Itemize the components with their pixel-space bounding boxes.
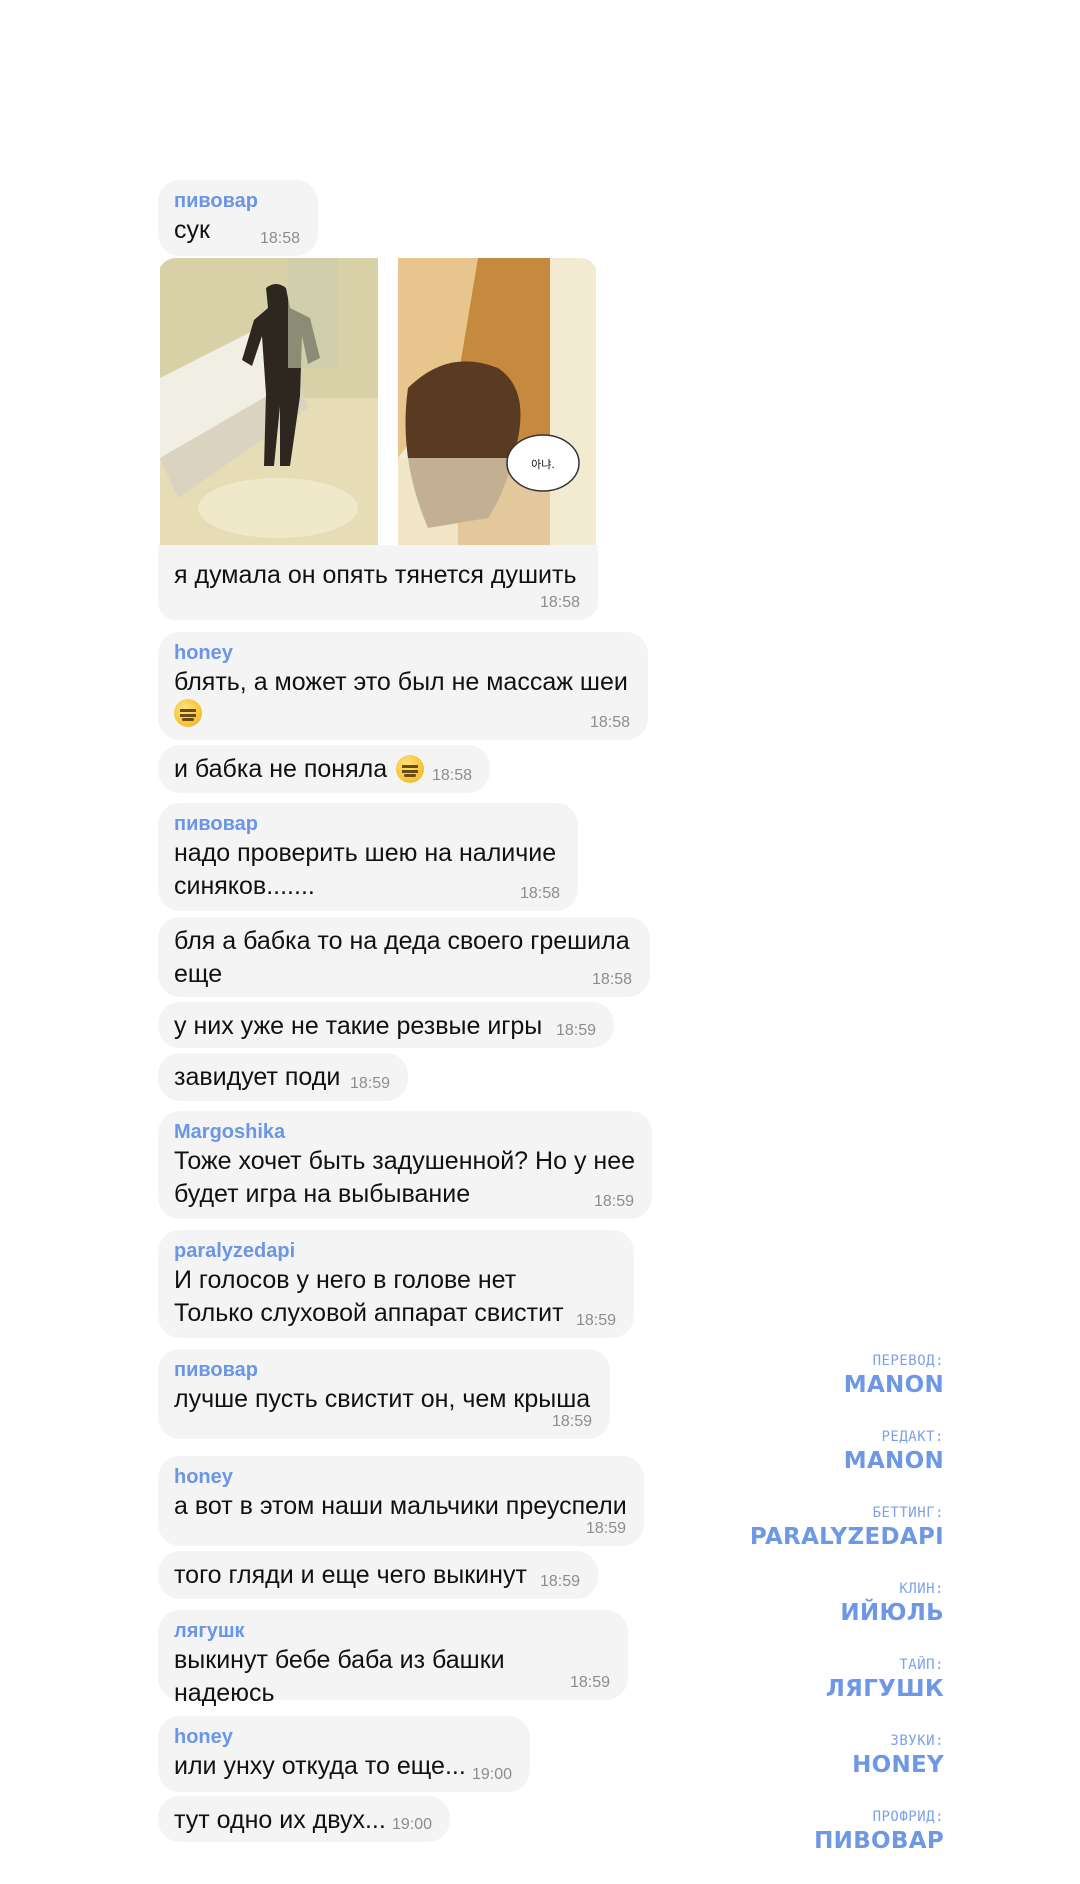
sender-name[interactable]: honey (174, 1464, 628, 1490)
message-bubble[interactable]: honey а вот в этом наши мальчики преуспе… (158, 1456, 644, 1546)
message-bubble[interactable]: honey или унху откуда то еще... 19:00 (158, 1716, 530, 1792)
credit-name: ЛЯГУШК (825, 1676, 944, 1702)
message-bubble[interactable]: paralyzedapi И голосов у него в голове н… (158, 1230, 634, 1338)
timestamp: 18:58 (589, 714, 630, 731)
sender-name[interactable]: honey (174, 1724, 514, 1750)
message-bubble[interactable]: Margoshika Тоже хочет быть задушенной? Н… (158, 1111, 652, 1219)
credit-role: ПРОФРИД: (872, 1809, 944, 1825)
message-text: выкинут бебе баба из башки надеюсь (174, 1646, 505, 1707)
credit-role: ЗВУКИ: (890, 1733, 944, 1749)
message-bubble[interactable]: того гляди и еще чего выкинут 18:59 (158, 1551, 598, 1599)
message-text: я думала он опять тянется душить (174, 561, 577, 589)
timestamp: 18:58 (591, 971, 632, 988)
timestamp: 18:59 (593, 1193, 634, 1210)
message-bubble[interactable]: пивовар надо проверить шею на наличие си… (158, 803, 578, 911)
message-text: И голосов у него в голове нет Только слу… (174, 1266, 564, 1327)
message-bubble[interactable]: лягушк выкинут бебе баба из башки надеюс… (158, 1610, 628, 1707)
credit-name: PARALYZEDAPI (749, 1524, 944, 1550)
sender-name[interactable]: пивовар (174, 1357, 594, 1383)
message-text: у них уже не такие резвые игры (174, 1012, 543, 1040)
message-text: а вот в этом наши мальчики преуспели (174, 1492, 627, 1520)
timestamp: 18:59 (575, 1312, 616, 1329)
credit-name: ИЙЮЛЬ (840, 1600, 944, 1626)
manhwa-image[interactable]: 아냐. (158, 258, 598, 545)
message-bubble[interactable]: у них уже не такие резвые игры 18:59 (158, 1002, 614, 1048)
translation-credits: ПЕРЕВОД: MANON РЕДАКТ: MANON БЕТТИНГ: PA… (704, 1352, 944, 1884)
message-text: того гляди и еще чего выкинут (174, 1561, 527, 1589)
timestamp: 18:58 (431, 767, 472, 784)
message-bubble[interactable]: завидует поди 18:59 (158, 1053, 408, 1101)
message-text: лучше пусть свистит он, чем крыша (174, 1385, 591, 1413)
sender-name[interactable]: honey (174, 640, 632, 666)
message-bubble[interactable]: пивовар сук 18:58 (158, 180, 318, 256)
sender-name[interactable]: Margoshika (174, 1119, 636, 1145)
message-bubble[interactable]: honey блять, а может это был не массаж ш… (158, 632, 648, 740)
timestamp: 18:59 (569, 1674, 610, 1691)
credit-role: ПЕРЕВОД: (872, 1353, 944, 1369)
timestamp: 19:00 (471, 1766, 512, 1783)
message-text: Тоже хочет быть задушенной? Но у нее буд… (174, 1147, 635, 1208)
timestamp: 18:59 (551, 1413, 592, 1430)
credit-name: MANON (843, 1372, 944, 1398)
credit-name: ПИВОВАР (814, 1828, 944, 1854)
message-bubble[interactable]: и бабка не поняла 18:58 (158, 745, 490, 793)
message-bubble[interactable]: тут одно их двух... 19:00 (158, 1796, 450, 1842)
image-caption[interactable]: я думала он опять тянется душить 18:58 (158, 545, 598, 620)
timestamp: 18:59 (349, 1075, 390, 1092)
message-bubble[interactable]: бля а бабка то на деда своего грешила ещ… (158, 917, 650, 997)
sender-name[interactable]: paralyzedapi (174, 1238, 618, 1264)
credit-name: MANON (843, 1448, 944, 1474)
message-bubble[interactable]: пивовар лучше пусть свистит он, чем крыш… (158, 1349, 610, 1439)
timestamp: 18:58 (539, 594, 580, 611)
sender-name[interactable]: лягушк (174, 1618, 612, 1644)
timestamp: 18:58 (259, 230, 300, 247)
message-text: бля а бабка то на деда своего грешила ещ… (174, 927, 630, 988)
credit-name: HONEY (852, 1752, 944, 1778)
timestamp: 18:58 (519, 885, 560, 902)
message-text: надо проверить шею на наличие синяков...… (174, 839, 557, 900)
sender-name[interactable]: пивовар (174, 811, 562, 837)
credit-role: РЕДАКТ: (881, 1429, 944, 1445)
credit-role: КЛИН: (899, 1581, 944, 1597)
credit-role: ТАЙП: (899, 1657, 944, 1673)
message-text: или унху откуда то еще... (174, 1752, 466, 1780)
sender-name[interactable]: пивовар (174, 188, 302, 214)
timestamp: 18:59 (585, 1520, 626, 1537)
speech-bubble-text: 아냐. (531, 458, 555, 471)
message-text: и бабка не поняла (174, 755, 388, 783)
credit-role: БЕТТИНГ: (872, 1505, 944, 1521)
expressionless-face-emoji-icon (174, 699, 202, 727)
expressionless-face-emoji-icon (395, 755, 424, 783)
timestamp: 19:00 (391, 1816, 432, 1833)
message-text: блять, а может это был не массаж шеи (174, 668, 628, 696)
timestamp: 18:59 (539, 1573, 580, 1590)
timestamp: 18:59 (555, 1022, 596, 1039)
